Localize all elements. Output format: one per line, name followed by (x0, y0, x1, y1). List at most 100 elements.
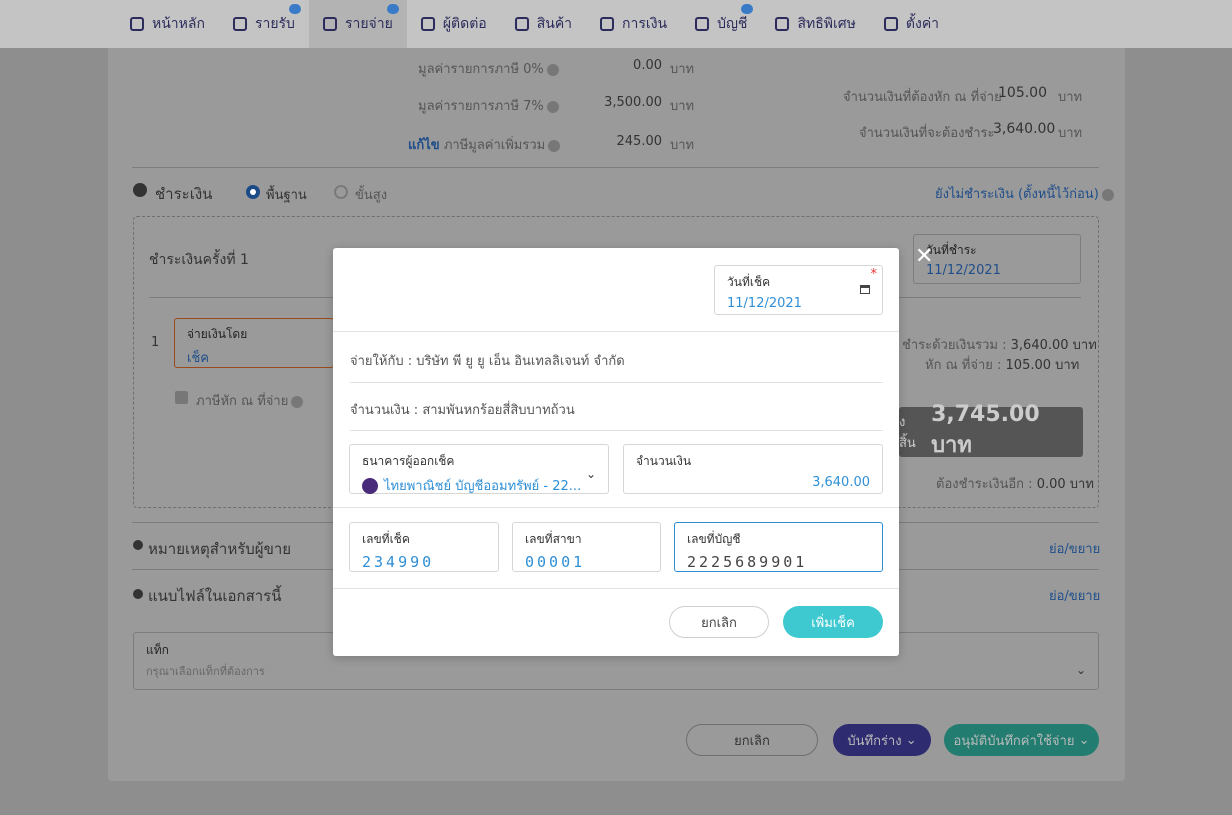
approve-button[interactable]: อนุมัติบันทึกค่าใช้จ่าย ⌄ (944, 724, 1099, 756)
vat0-label: มูลค่ารายการภาษี 0% (418, 58, 559, 79)
payment-date-value: 11/12/2021 (926, 263, 1001, 278)
payee-text: จ่ายให้กับ : บริษัท พี ยู ยู เอ็น อินเทล… (350, 354, 625, 369)
chevron-down-icon: ⌄ (585, 467, 596, 481)
expense-icon (322, 17, 337, 31)
megaphone-icon (775, 17, 790, 31)
bank-logo-icon (362, 477, 378, 494)
edit-vat-link[interactable]: แก้ไข (408, 138, 440, 153)
payment-title: ชำระเงิน (155, 185, 213, 203)
divider (333, 507, 899, 508)
finance-icon (600, 17, 615, 31)
currency-label: บาท (670, 62, 695, 77)
nav-item-5[interactable]: การเงิน (586, 0, 681, 48)
top-navigation: หน้าหลัก รายรับ รายจ่าย ผู้ติดต่อ สินค้า การเ… (0, 0, 1232, 48)
help-icon[interactable] (546, 100, 559, 113)
nav-item-2[interactable]: รายจ่าย (308, 0, 407, 48)
divider (350, 382, 883, 383)
draft-button[interactable]: บันทึกร่าง ⌄ (833, 724, 931, 756)
add-cheque-button[interactable]: เพิ่มเช็ค (783, 606, 883, 638)
payment-method-value: เช็ค (187, 351, 209, 366)
radio-basic[interactable] (246, 185, 260, 199)
row-number: 1 (151, 335, 160, 350)
vat-total-label: แก้ไข ภาษีมูลค่าเพิ่มรวม (408, 134, 561, 155)
nav-item-7[interactable]: สิทธิพิเศษ (761, 0, 869, 48)
wht-checkbox-label: ภาษีหัก ณ ที่จ่าย (196, 390, 304, 411)
payment-method-label: จ่ายเงินโดย (187, 327, 248, 341)
cheque-number-label: เลขที่เช็ค (362, 532, 410, 546)
currency-label: บาท (670, 99, 695, 114)
radio-basic-label[interactable]: พื้นฐาน (266, 184, 307, 205)
currency-label: บาท (670, 138, 695, 153)
account-number-label: เลขที่บัญชี (687, 532, 741, 546)
nav-item-3[interactable]: ผู้ติดต่อ (407, 0, 501, 48)
cheque-number-value: 234990 (362, 553, 435, 571)
attach-title: แนบไฟล์ในเอกสารนี้ (148, 587, 282, 605)
installment-title: ชำระเงินครั้งที่ 1 (149, 252, 249, 268)
check-circle-icon (133, 183, 147, 197)
bullet-icon (133, 589, 143, 599)
radio-advanced[interactable] (334, 185, 348, 199)
cheque-date-field[interactable]: วันที่เช็ค 11/12/2021 * (714, 265, 883, 315)
nav-item-0[interactable]: หน้าหลัก (116, 0, 219, 48)
radio-advanced-label[interactable]: ขั้นสูง (355, 184, 387, 205)
paid-total: ชำระด้วยเงินรวม : 3,640.00 บาท (902, 338, 1097, 353)
income-icon (232, 17, 247, 31)
grand-total-bar: งสิ้น 3,745.00 บาท (899, 402, 1083, 458)
help-icon[interactable] (291, 395, 304, 408)
nav-item-label: ผู้ติดต่อ (442, 16, 487, 32)
attach-toggle[interactable]: ย่อ/ขยาย (1049, 585, 1100, 606)
divider (350, 430, 883, 431)
required-marker: * (870, 267, 878, 282)
calendar-icon[interactable] (860, 285, 870, 294)
footer-cancel-button[interactable]: ยกเลิก (686, 724, 818, 756)
payment-date-field[interactable]: วันที่ชำระ 11/12/2021 (913, 234, 1081, 284)
product-icon (514, 17, 529, 31)
vat7-label: มูลค่ารายการภาษี 7% (418, 95, 559, 116)
currency-label: บาท (1058, 126, 1083, 141)
help-icon[interactable] (546, 63, 559, 76)
new-badge-icon (741, 4, 754, 14)
payment-date-label: วันที่ชำระ (926, 243, 977, 257)
dashboard-icon (130, 17, 144, 31)
cheque-date-value: 11/12/2021 (727, 296, 802, 311)
new-badge-icon (288, 4, 301, 14)
nav-item-label: รายรับ (254, 16, 295, 32)
nav-item-label: สิทธิพิเศษ (797, 16, 856, 32)
branch-number-field[interactable]: เลขที่สาขา 00001 (512, 522, 661, 572)
notes-title: หมายเหตุสำหรับผู้ขาย (148, 540, 292, 558)
remaining: ต้องชำระเงินอีก : 0.00 บาท (936, 477, 1094, 492)
nav-item-1[interactable]: รายรับ (219, 0, 309, 48)
bank-value: ไทยพาณิชย์ บัญชีออมทรัพย์ - 22... (384, 479, 582, 494)
nav-item-label: รายจ่าย (344, 16, 393, 32)
wht-label: จำนวนเงินที่ต้องหัก ณ ที่จ่าย (843, 90, 1002, 105)
modal-cancel-button[interactable]: ยกเลิก (669, 606, 769, 638)
vat7-value: 3,500.00 (604, 95, 662, 110)
unpaid-link[interactable]: ยังไม่ชำระเงิน (ตั้งหนี้ไว้ก่อน) (935, 183, 1114, 204)
due-label: จำนวนเงินที่จะต้องชำระ (859, 126, 995, 141)
help-icon[interactable] (1101, 188, 1114, 201)
divider (333, 331, 899, 332)
nav-item-8[interactable]: ตั้งค่า (870, 0, 953, 48)
close-icon[interactable]: ✕ (915, 246, 933, 268)
cheque-number-field[interactable]: เลขที่เช็ค 234990 (349, 522, 499, 572)
new-badge-icon (386, 4, 399, 14)
contact-icon (420, 17, 435, 31)
nav-item-6[interactable]: บัญชี (681, 0, 761, 48)
nav-item-label: หน้าหลัก (152, 16, 205, 32)
payment-method-field[interactable]: จ่ายเงินโดย เช็ค (174, 318, 334, 368)
help-icon[interactable] (548, 139, 561, 152)
nav-item-label: ตั้งค่า (905, 16, 940, 32)
notes-toggle[interactable]: ย่อ/ขยาย (1049, 538, 1100, 559)
amount-field[interactable]: จำนวนเงิน 3,640.00 (623, 444, 883, 494)
account-number-value: 2225689901 (687, 553, 808, 571)
nav-item-4[interactable]: สินค้า (501, 0, 586, 48)
amount-label: จำนวนเงิน (636, 454, 692, 468)
vat0-value: 0.00 (633, 58, 662, 73)
bullet-icon (133, 540, 143, 550)
due-value: 3,640.00 (993, 121, 1056, 137)
wht-checkbox[interactable] (175, 391, 188, 404)
add-cheque-dialog: วันที่เช็ค 11/12/2021 * จ่ายให้กับ : บริ… (333, 248, 899, 656)
account-number-field[interactable]: เลขที่บัญชี 2225689901 (674, 522, 883, 572)
bank-select[interactable]: ธนาคารผู้ออกเช็ค ไทยพาณิชย์ บัญชีออมทรัพ… (349, 444, 609, 494)
nav-item-label: สินค้า (536, 16, 573, 32)
